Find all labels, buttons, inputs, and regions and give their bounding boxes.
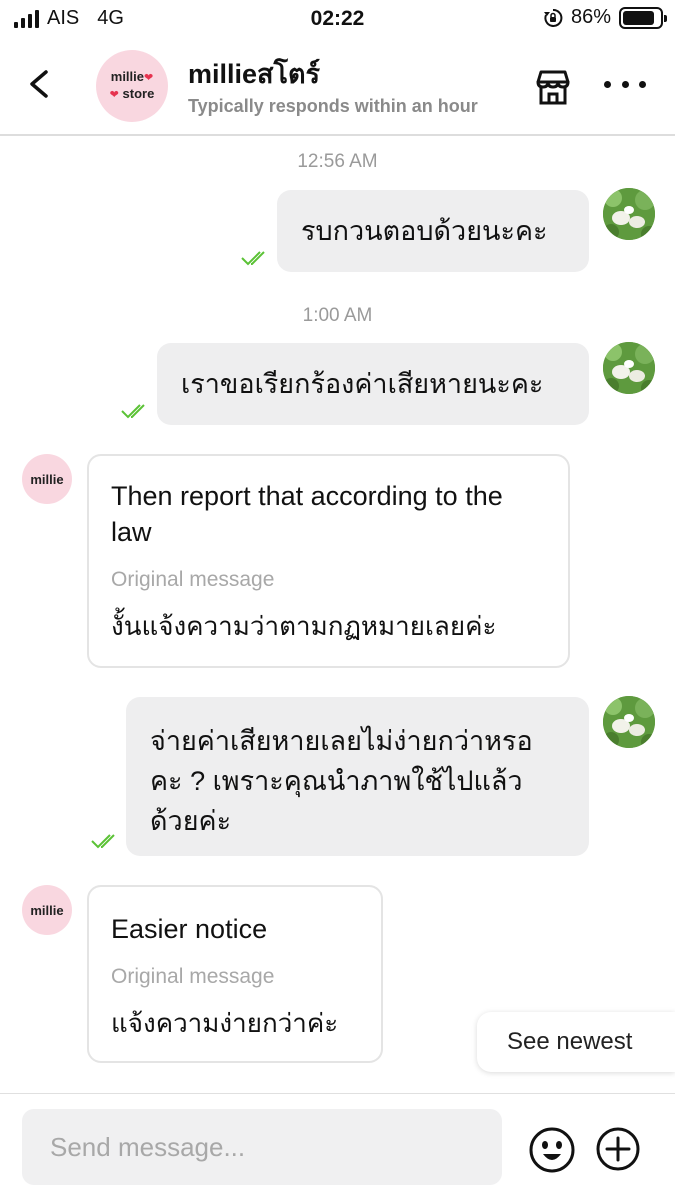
translated-text: Then report that according to the law: [111, 481, 503, 547]
store-avatar-small[interactable]: millie: [22, 885, 72, 935]
status-bar-right: 86%: [543, 6, 667, 29]
user-avatar[interactable]: [603, 342, 655, 394]
message-timestamp: 1:00 AM: [302, 305, 373, 326]
avatar-text: millie: [30, 471, 64, 487]
translated-text: Easier notice: [111, 914, 268, 944]
original-text: แจ้งความง่ายกว่าค่ะ: [111, 1008, 339, 1038]
double-check-icon: [121, 404, 145, 419]
response-time-subtitle: Typically responds within an hour: [188, 96, 478, 116]
original-message-label: Original message: [111, 568, 275, 591]
message-text: รบกวนตอบด้วยนะคะ: [301, 216, 548, 246]
outgoing-message[interactable]: รบกวนตอบด้วยนะคะ: [277, 190, 589, 272]
original-text: งั้นแจ้งความว่าตามกฏหมายเลยค่ะ: [111, 611, 497, 641]
message-text: เราขอเรียกร้องค่าเสียหายนะคะ: [181, 369, 544, 399]
emoji-icon[interactable]: [528, 1126, 576, 1174]
rotation-lock-icon: [543, 8, 563, 27]
chat-header: millie❤ ❤ store millieสโตร์ Typically re…: [0, 38, 675, 136]
message-input[interactable]: [22, 1109, 502, 1185]
see-newest-button[interactable]: See newest: [477, 1012, 675, 1072]
user-avatar-image: [603, 696, 655, 748]
user-avatar[interactable]: [603, 188, 655, 240]
message-timestamp: 12:56 AM: [297, 151, 378, 172]
original-message-label: Original message: [111, 965, 275, 988]
battery-percent: 86%: [570, 6, 611, 28]
chat-title[interactable]: millieสโตร์: [188, 52, 320, 95]
plus-circle-icon[interactable]: [595, 1126, 641, 1172]
avatar-text-line2: ❤ store: [109, 86, 155, 101]
message-text: จ่ายค่าเสียหายเลยไม่ง่ายกว่าหรอคะ ? เพรา…: [150, 726, 533, 836]
store-icon[interactable]: [532, 66, 574, 108]
incoming-message[interactable]: Easier notice Original message แจ้งความง…: [87, 885, 383, 1063]
battery-icon: [619, 6, 667, 29]
avatar-text: millie: [30, 902, 64, 918]
store-avatar-small[interactable]: millie: [22, 454, 72, 504]
back-arrow-icon[interactable]: [20, 62, 60, 106]
incoming-message[interactable]: Then report that according to the law Or…: [87, 454, 570, 668]
avatar-text-line1: millie❤: [110, 69, 154, 84]
status-bar: AIS 4G 02:22 86%: [0, 0, 675, 38]
user-avatar-image: [603, 342, 655, 394]
outgoing-message[interactable]: เราขอเรียกร้องค่าเสียหายนะคะ: [157, 343, 589, 425]
user-avatar-image: [603, 188, 655, 240]
outgoing-message[interactable]: จ่ายค่าเสียหายเลยไม่ง่ายกว่าหรอคะ ? เพรา…: [126, 697, 589, 856]
user-avatar[interactable]: [603, 696, 655, 748]
more-icon[interactable]: [604, 72, 646, 96]
store-avatar[interactable]: millie❤ ❤ store: [96, 50, 168, 122]
double-check-icon: [241, 251, 265, 266]
double-check-icon: [91, 834, 115, 849]
composer-bar: [0, 1093, 675, 1200]
